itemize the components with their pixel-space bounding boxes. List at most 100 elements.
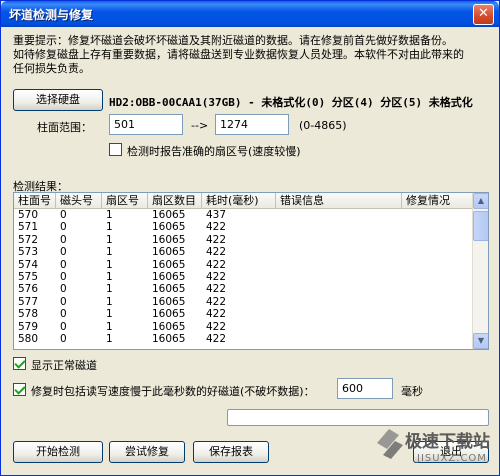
table-cell: 571 bbox=[18, 221, 39, 234]
table-cell: 573 bbox=[18, 246, 39, 259]
scroll-up-icon[interactable]: ▲ bbox=[473, 193, 488, 209]
column-header[interactable]: 耗时(毫秒) bbox=[202, 193, 276, 209]
column-header[interactable]: 修复情况 bbox=[402, 193, 474, 209]
range-arrow: --> bbox=[191, 119, 209, 132]
table-cell bbox=[402, 209, 474, 221]
table-row[interactable]: 579 0 1 16065 422 bbox=[14, 321, 474, 333]
notice-line-3: 任何损失负责。 bbox=[13, 62, 90, 75]
table-cell: 422 bbox=[206, 320, 227, 333]
show-normal-checkbox[interactable] bbox=[13, 357, 26, 370]
scroll-thumb[interactable] bbox=[473, 211, 488, 241]
window-title: 坏道检测与修复 bbox=[9, 8, 94, 22]
table-cell: 1 bbox=[106, 246, 113, 259]
table-cell: 570 bbox=[18, 209, 39, 221]
table-cell bbox=[402, 246, 474, 258]
table-cell bbox=[276, 271, 402, 283]
table-cell: 574 bbox=[18, 258, 39, 271]
include-slow-label: 修复时包括读写速度慢于此毫秒数的好磁道(不破坏数据)： bbox=[31, 385, 315, 398]
table-cell: 0 bbox=[60, 332, 67, 345]
table-cell: 16065 bbox=[152, 283, 186, 296]
table-cell: 1 bbox=[106, 270, 113, 283]
select-disk-button[interactable]: 选择硬盘 bbox=[13, 89, 103, 111]
table-cell bbox=[402, 221, 474, 233]
table-cell: 1 bbox=[106, 209, 113, 221]
table-cell: 1 bbox=[106, 283, 113, 296]
table-row[interactable]: 580 0 1 16065 422 bbox=[14, 333, 474, 345]
table-row[interactable]: 575 0 1 16065 422 bbox=[14, 271, 474, 283]
watermark-text: 极速下载站 bbox=[405, 432, 490, 452]
column-header[interactable]: 磁头号 bbox=[56, 193, 102, 209]
table-cell: 16065 bbox=[152, 221, 186, 234]
table-cell: 16065 bbox=[152, 320, 186, 333]
table-row[interactable]: 571 0 1 16065 422 bbox=[14, 221, 474, 233]
results-table[interactable]: 柱面号 磁头号 扇区号 扇区数目 耗时(毫秒) 错误信息 修复情况 570 0 1 1… bbox=[13, 192, 489, 350]
save-report-button[interactable]: 保存报表 bbox=[193, 441, 269, 463]
table-cell bbox=[276, 221, 402, 233]
table-cell: 422 bbox=[206, 283, 227, 296]
table-row[interactable]: 574 0 1 16065 422 bbox=[14, 259, 474, 271]
warning-notice: 重要提示：修复坏磁道会破坏坏磁道及其附近磁道的数据。请在修复前首先做好数据备份。… bbox=[13, 34, 491, 76]
table-cell bbox=[276, 296, 402, 308]
column-header[interactable]: 扇区号 bbox=[102, 193, 148, 209]
table-row[interactable]: 577 0 1 16065 422 bbox=[14, 296, 474, 308]
table-cell: 578 bbox=[18, 308, 39, 321]
table-row[interactable]: 573 0 1 16065 422 bbox=[14, 246, 474, 258]
slow-ms-input[interactable] bbox=[337, 378, 393, 399]
table-cell: 422 bbox=[206, 270, 227, 283]
table-cell: 16065 bbox=[152, 308, 186, 321]
table-cell: 579 bbox=[18, 320, 39, 333]
column-header[interactable]: 扇区数目 bbox=[148, 193, 202, 209]
column-header[interactable]: 柱面号 bbox=[14, 193, 56, 209]
table-cell: 422 bbox=[206, 233, 227, 246]
table-row[interactable]: 576 0 1 16065 422 bbox=[14, 283, 474, 295]
start-scan-button[interactable]: 开始检测 bbox=[13, 441, 103, 463]
table-cell: 1 bbox=[106, 320, 113, 333]
cylinder-from-input[interactable] bbox=[109, 114, 183, 135]
results-scrollbar[interactable]: ▲ ▼ bbox=[472, 193, 488, 349]
slow-ms-unit: 毫秒 bbox=[401, 385, 423, 398]
table-cell: 16065 bbox=[152, 209, 186, 221]
table-cell bbox=[276, 246, 402, 258]
results-body: 570 0 1 16065 437 571 0 1 16065 422 572 0 1 16065 422 5… bbox=[14, 209, 474, 345]
table-cell: 422 bbox=[206, 332, 227, 345]
repair-window: 坏道检测与修复 ✕ 重要提示：修复坏磁道会破坏坏磁道及其附近磁道的数据。请在修复… bbox=[0, 0, 500, 476]
progress-bar bbox=[227, 409, 489, 426]
table-cell bbox=[402, 271, 474, 283]
table-cell: 572 bbox=[18, 233, 39, 246]
table-cell: 0 bbox=[60, 270, 67, 283]
table-cell: 0 bbox=[60, 258, 67, 271]
table-cell: 576 bbox=[18, 283, 39, 296]
table-row[interactable]: 570 0 1 16065 437 bbox=[14, 209, 474, 221]
cylinder-to-input[interactable] bbox=[215, 114, 289, 135]
table-cell: 580 bbox=[18, 332, 39, 345]
title-bar[interactable]: 坏道检测与修复 ✕ bbox=[1, 1, 499, 27]
watermark: 极速下载站 JISUXZ.COM bbox=[373, 425, 499, 473]
table-cell: 16065 bbox=[152, 332, 186, 345]
include-slow-checkbox[interactable] bbox=[13, 383, 26, 396]
cylinder-range-label: 柱面范围： bbox=[37, 121, 92, 134]
try-repair-button[interactable]: 尝试修复 bbox=[109, 441, 185, 463]
table-cell bbox=[402, 283, 474, 295]
report-sector-checkbox[interactable] bbox=[109, 143, 122, 156]
table-cell: 422 bbox=[206, 258, 227, 271]
table-cell bbox=[276, 308, 402, 320]
table-row[interactable]: 572 0 1 16065 422 bbox=[14, 234, 474, 246]
report-sector-label: 检测时报告准确的扇区号(速度较慢) bbox=[127, 145, 301, 158]
column-header[interactable]: 错误信息 bbox=[276, 193, 402, 209]
table-cell: 16065 bbox=[152, 295, 186, 308]
table-cell bbox=[402, 259, 474, 271]
table-cell: 1 bbox=[106, 233, 113, 246]
close-button[interactable]: ✕ bbox=[473, 4, 494, 25]
show-normal-label: 显示正常磁道 bbox=[31, 359, 97, 372]
table-cell bbox=[402, 296, 474, 308]
table-cell: 0 bbox=[60, 221, 67, 234]
table-cell: 422 bbox=[206, 246, 227, 259]
scroll-down-icon[interactable]: ▼ bbox=[473, 333, 488, 349]
table-cell: 437 bbox=[206, 209, 227, 221]
notice-line-1: 重要提示：修复坏磁道会破坏坏磁道及其附近磁道的数据。请在修复前首先做好数据备份。 bbox=[13, 34, 453, 47]
table-cell: 0 bbox=[60, 283, 67, 296]
table-row[interactable]: 578 0 1 16065 422 bbox=[14, 308, 474, 320]
disk-info: HD2:OBB-00CAA1(37GB) - 未格式化(0) 分区(4) 分区(… bbox=[109, 96, 473, 109]
watermark-logo-icon bbox=[377, 429, 403, 459]
table-cell bbox=[276, 209, 402, 221]
